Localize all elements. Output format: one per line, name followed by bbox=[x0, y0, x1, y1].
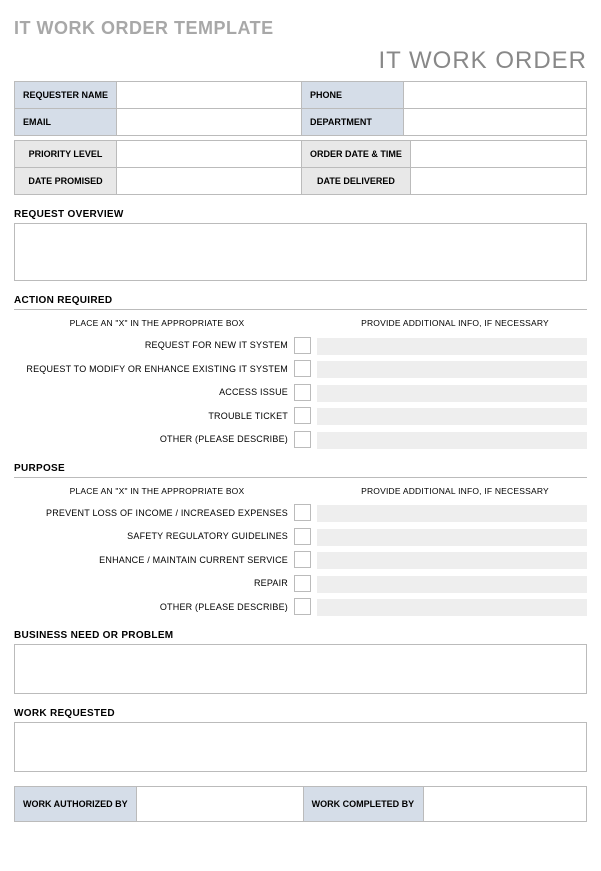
requester-name-input[interactable] bbox=[117, 82, 301, 108]
checklist-row: TROUBLE TICKET bbox=[14, 407, 587, 426]
purpose-item-info-input[interactable] bbox=[317, 576, 587, 593]
department-label: DEPARTMENT bbox=[302, 109, 404, 136]
purpose-item-label: OTHER (PLEASE DESCRIBE) bbox=[14, 602, 294, 612]
action-item-label: ACCESS ISSUE bbox=[14, 387, 294, 397]
order-date-label: ORDER DATE & TIME bbox=[302, 141, 411, 168]
purpose-header: PURPOSE bbox=[14, 463, 587, 474]
action-item-checkbox[interactable] bbox=[294, 431, 311, 448]
priority-level-label: PRIORITY LEVEL bbox=[15, 141, 117, 168]
purpose-item-label: SAFETY REGULATORY GUIDELINES bbox=[14, 531, 294, 541]
action-item-label: OTHER (PLEASE DESCRIBE) bbox=[14, 434, 294, 444]
date-promised-input[interactable] bbox=[117, 168, 301, 194]
action-item-label: REQUEST TO MODIFY OR ENHANCE EXISTING IT… bbox=[14, 364, 294, 374]
checklist-row: OTHER (PLEASE DESCRIBE) bbox=[14, 430, 587, 449]
divider bbox=[14, 309, 587, 310]
checklist-row: ACCESS ISSUE bbox=[14, 383, 587, 402]
instruction-left: PLACE AN "X" IN THE APPROPRIATE BOX bbox=[14, 486, 300, 496]
department-input[interactable] bbox=[404, 109, 586, 135]
request-overview-header: REQUEST OVERVIEW bbox=[14, 209, 587, 220]
work-completed-label: WORK COMPLETED BY bbox=[303, 787, 423, 822]
purpose-item-label: ENHANCE / MAINTAIN CURRENT SERVICE bbox=[14, 555, 294, 565]
date-delivered-input[interactable] bbox=[411, 168, 586, 194]
purpose-item-info-input[interactable] bbox=[317, 529, 587, 546]
checklist-row: SAFETY REGULATORY GUIDELINES bbox=[14, 527, 587, 546]
action-item-checkbox[interactable] bbox=[294, 407, 311, 424]
requester-name-label: REQUESTER NAME bbox=[15, 82, 117, 109]
action-item-checkbox[interactable] bbox=[294, 337, 311, 354]
action-required-header: ACTION REQUIRED bbox=[14, 295, 587, 306]
action-item-info-input[interactable] bbox=[317, 408, 587, 425]
request-overview-textarea[interactable] bbox=[15, 224, 586, 280]
phone-input[interactable] bbox=[404, 82, 586, 108]
work-requested-header: WORK REQUESTED bbox=[14, 708, 587, 719]
date-promised-label: DATE PROMISED bbox=[15, 168, 117, 195]
instruction-left: PLACE AN "X" IN THE APPROPRIATE BOX bbox=[14, 318, 300, 328]
purpose-item-info-input[interactable] bbox=[317, 599, 587, 616]
action-list: REQUEST FOR NEW IT SYSTEM REQUEST TO MODI… bbox=[14, 336, 587, 449]
meta-table: PRIORITY LEVEL ORDER DATE & TIME DATE PR… bbox=[14, 140, 587, 195]
date-delivered-label: DATE DELIVERED bbox=[302, 168, 411, 195]
work-completed-input[interactable] bbox=[424, 787, 586, 821]
purpose-item-info-input[interactable] bbox=[317, 552, 587, 569]
phone-label: PHONE bbox=[302, 82, 404, 109]
purpose-item-checkbox[interactable] bbox=[294, 528, 311, 545]
business-need-header: BUSINESS NEED OR PROBLEM bbox=[14, 630, 587, 641]
sub-title: IT WORK ORDER bbox=[14, 47, 587, 75]
divider bbox=[14, 477, 587, 478]
priority-level-input[interactable] bbox=[117, 141, 301, 167]
signature-table: WORK AUTHORIZED BY WORK COMPLETED BY bbox=[14, 786, 587, 822]
purpose-list: PREVENT LOSS OF INCOME / INCREASED EXPEN… bbox=[14, 504, 587, 617]
checklist-row: ENHANCE / MAINTAIN CURRENT SERVICE bbox=[14, 551, 587, 570]
purpose-item-checkbox[interactable] bbox=[294, 551, 311, 568]
action-item-info-input[interactable] bbox=[317, 432, 587, 449]
checklist-row: OTHER (PLEASE DESCRIBE) bbox=[14, 598, 587, 617]
purpose-item-label: REPAIR bbox=[14, 578, 294, 588]
instruction-right: PROVIDE ADDITIONAL INFO, IF NECESSARY bbox=[300, 318, 587, 328]
action-item-checkbox[interactable] bbox=[294, 384, 311, 401]
checklist-row: REPAIR bbox=[14, 574, 587, 593]
instruction-right: PROVIDE ADDITIONAL INFO, IF NECESSARY bbox=[300, 486, 587, 496]
action-item-checkbox[interactable] bbox=[294, 360, 311, 377]
checklist-row: REQUEST TO MODIFY OR ENHANCE EXISTING IT… bbox=[14, 360, 587, 379]
checklist-row: REQUEST FOR NEW IT SYSTEM bbox=[14, 336, 587, 355]
action-item-info-input[interactable] bbox=[317, 338, 587, 355]
work-requested-textarea[interactable] bbox=[15, 723, 586, 771]
purpose-item-info-input[interactable] bbox=[317, 505, 587, 522]
purpose-item-checkbox[interactable] bbox=[294, 504, 311, 521]
purpose-item-label: PREVENT LOSS OF INCOME / INCREASED EXPEN… bbox=[14, 508, 294, 518]
work-authorized-label: WORK AUTHORIZED BY bbox=[15, 787, 137, 822]
action-item-info-input[interactable] bbox=[317, 361, 587, 378]
contact-table: REQUESTER NAME PHONE EMAIL DEPARTMENT bbox=[14, 81, 587, 136]
purpose-item-checkbox[interactable] bbox=[294, 598, 311, 615]
email-input[interactable] bbox=[117, 109, 301, 135]
action-item-label: TROUBLE TICKET bbox=[14, 411, 294, 421]
action-item-info-input[interactable] bbox=[317, 385, 587, 402]
action-item-label: REQUEST FOR NEW IT SYSTEM bbox=[14, 340, 294, 350]
work-authorized-input[interactable] bbox=[137, 787, 303, 821]
page-title: IT WORK ORDER TEMPLATE bbox=[14, 18, 587, 39]
email-label: EMAIL bbox=[15, 109, 117, 136]
order-date-input[interactable] bbox=[411, 141, 586, 167]
checklist-row: PREVENT LOSS OF INCOME / INCREASED EXPEN… bbox=[14, 504, 587, 523]
purpose-item-checkbox[interactable] bbox=[294, 575, 311, 592]
business-need-textarea[interactable] bbox=[15, 645, 586, 693]
